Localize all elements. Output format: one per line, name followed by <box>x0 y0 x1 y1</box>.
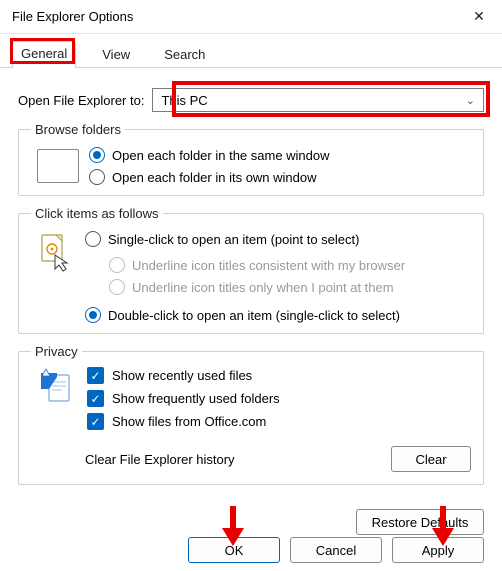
folder-window-icon <box>37 149 79 183</box>
checked-box-icon: ✓ <box>87 390 104 407</box>
checkbox-frequent-folders[interactable]: ✓ Show frequently used folders <box>87 390 471 407</box>
radio-own-window-label: Open each folder in its own window <box>112 170 317 185</box>
radio-dot-icon <box>85 307 101 323</box>
ok-button[interactable]: OK <box>188 537 280 563</box>
radio-own-window[interactable]: Open each folder in its own window <box>89 169 330 185</box>
radio-underline-point: Underline icon titles only when I point … <box>109 279 471 295</box>
close-button[interactable]: ✕ <box>456 0 502 34</box>
radio-same-window[interactable]: Open each folder in the same window <box>89 147 330 163</box>
checkbox-office-files[interactable]: ✓ Show files from Office.com <box>87 413 471 430</box>
clear-history-label: Clear File Explorer history <box>85 452 371 467</box>
apply-button[interactable]: Apply <box>392 537 484 563</box>
radio-underline-point-label: Underline icon titles only when I point … <box>132 280 394 295</box>
radio-single-click[interactable]: Single-click to open an item (point to s… <box>85 231 471 247</box>
open-explorer-dropdown[interactable]: This PC ⌄ <box>152 88 484 112</box>
privacy-history-icon <box>35 367 75 407</box>
radio-underline-browser: Underline icon titles consistent with my… <box>109 257 471 273</box>
radio-single-click-label: Single-click to open an item (point to s… <box>108 232 359 247</box>
checkbox-recent-files[interactable]: ✓ Show recently used files <box>87 367 471 384</box>
radio-same-window-label: Open each folder in the same window <box>112 148 330 163</box>
checkbox-office-files-label: Show files from Office.com <box>112 414 266 429</box>
window-title: File Explorer Options <box>12 9 456 24</box>
titlebar: File Explorer Options ✕ <box>0 0 502 34</box>
privacy-group: Privacy ✓ Show recently used files <box>18 344 484 485</box>
chevron-down-icon: ⌄ <box>466 94 475 107</box>
dialog-footer: OK Cancel Apply <box>0 537 502 563</box>
radio-underline-browser-label: Underline icon titles consistent with my… <box>132 258 405 273</box>
open-explorer-row: Open File Explorer to: This PC ⌄ <box>18 88 484 112</box>
radio-empty-icon <box>85 231 101 247</box>
open-explorer-label: Open File Explorer to: <box>18 93 144 108</box>
checked-box-icon: ✓ <box>87 367 104 384</box>
radio-double-click[interactable]: Double-click to open an item (single-cli… <box>85 307 471 323</box>
tab-strip: General View Search <box>0 34 502 68</box>
radio-dot-icon <box>89 147 105 163</box>
radio-empty-icon <box>89 169 105 185</box>
open-explorer-value: This PC <box>161 93 207 108</box>
checkbox-recent-files-label: Show recently used files <box>112 368 252 383</box>
tab-view[interactable]: View <box>94 43 138 68</box>
browse-folders-legend: Browse folders <box>31 122 125 137</box>
browse-folders-group: Browse folders Open each folder in the s… <box>18 122 484 196</box>
click-items-group: Click items as follows Single-click to o… <box>18 206 484 334</box>
tab-panel-general: Open File Explorer to: This PC ⌄ Browse … <box>0 68 502 503</box>
close-icon: ✕ <box>473 8 485 25</box>
cursor-page-icon <box>39 233 71 273</box>
privacy-legend: Privacy <box>31 344 82 359</box>
checked-box-icon: ✓ <box>87 413 104 430</box>
click-items-legend: Click items as follows <box>31 206 163 221</box>
radio-disabled-icon <box>109 279 125 295</box>
checkbox-frequent-folders-label: Show frequently used folders <box>112 391 280 406</box>
restore-defaults-button[interactable]: Restore Defaults <box>356 509 484 535</box>
radio-disabled-icon <box>109 257 125 273</box>
cancel-button[interactable]: Cancel <box>290 537 382 563</box>
tab-search[interactable]: Search <box>156 43 213 68</box>
clear-button[interactable]: Clear <box>391 446 471 472</box>
tab-general[interactable]: General <box>12 41 76 68</box>
radio-double-click-label: Double-click to open an item (single-cli… <box>108 308 400 323</box>
